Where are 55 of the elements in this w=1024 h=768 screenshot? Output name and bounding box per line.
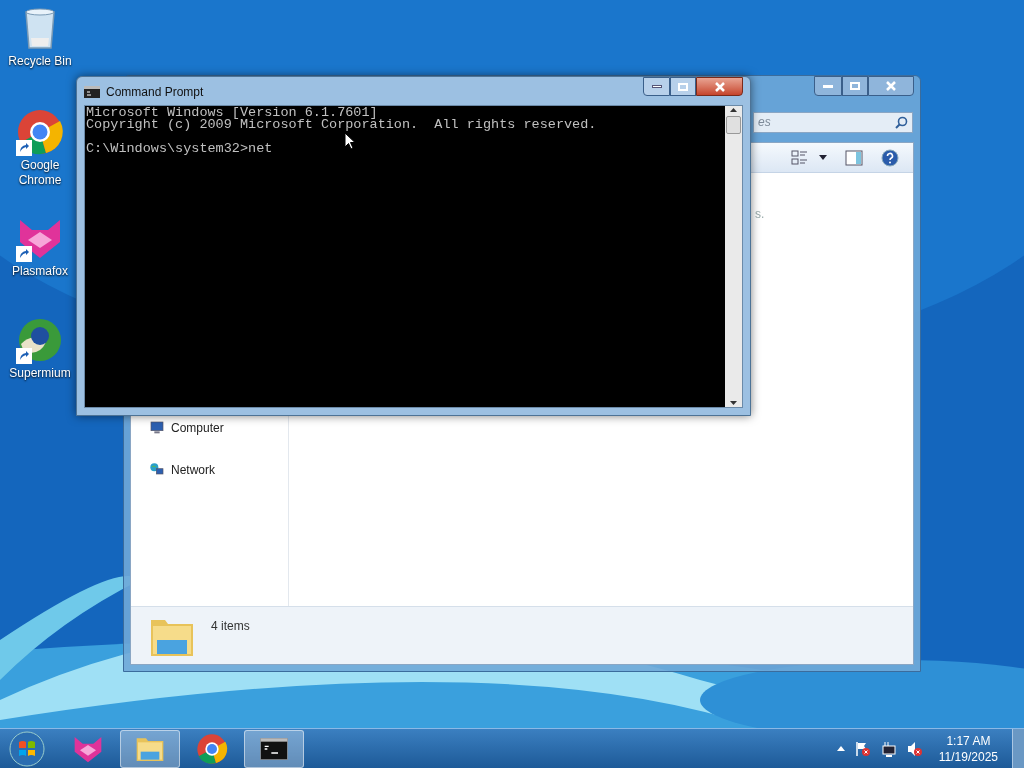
close-button[interactable]	[868, 76, 914, 96]
console-line: Copyright (c) 2009 Microsoft Corporation. All rights reserved.	[86, 119, 598, 131]
minimize-button[interactable]	[814, 76, 842, 96]
desktop-icon[interactable]: Recycle Bin	[2, 4, 78, 69]
help-icon	[881, 148, 899, 167]
network-icon[interactable]	[880, 740, 897, 757]
minimize-icon	[823, 84, 833, 88]
app-icon	[196, 732, 228, 765]
nav-item[interactable]: Network	[149, 461, 215, 479]
clock-date: 11/19/2025	[938, 748, 998, 765]
preview-pane-button[interactable]	[845, 149, 863, 166]
desktop-icon[interactable]: Plasmafox	[2, 214, 78, 279]
show-hidden-icons-icon[interactable]	[836, 746, 845, 751]
search-placeholder: es	[758, 114, 771, 131]
caret-icon	[819, 155, 827, 160]
close-icon	[886, 81, 896, 91]
desktop-icon-label: Plasmafox	[12, 264, 68, 279]
minimize-icon	[651, 85, 662, 88]
desktop-icon[interactable]: Supermium	[2, 316, 78, 381]
start-orb-icon	[9, 730, 45, 767]
view-button[interactable]	[791, 148, 827, 167]
scroll-up-icon	[730, 108, 737, 112]
maximize-button[interactable]	[670, 77, 696, 96]
scroll-down-icon	[730, 401, 737, 405]
network-icon	[149, 462, 165, 478]
close-button[interactable]	[696, 77, 743, 96]
close-icon	[714, 81, 725, 92]
speaker-muted-icon[interactable]	[906, 740, 923, 757]
status-text: 4 items	[211, 617, 250, 635]
window-title: Command Prompt	[106, 84, 204, 101]
maximize-icon	[678, 82, 688, 91]
maximize-icon	[850, 82, 860, 90]
desktop-icon[interactable]: Google Chrome	[2, 108, 78, 188]
desktop-icon-label: Supermium	[9, 366, 71, 381]
taskbar-button[interactable]	[244, 729, 304, 768]
console-line: Microsoft Windows [Version 6.1.7601]	[86, 107, 378, 119]
maximize-button[interactable]	[842, 76, 868, 96]
action-center-flag-icon[interactable]	[854, 740, 871, 757]
search-field[interactable]: es	[753, 111, 913, 133]
nav-item[interactable]: Computer	[149, 419, 224, 437]
content-text: s.	[755, 207, 765, 221]
clock[interactable]: 1:17 AM 11/19/2025	[932, 732, 1004, 765]
mouse-pointer-icon	[344, 132, 356, 150]
search-icon	[895, 115, 908, 129]
computer-icon	[149, 420, 165, 436]
console-icon	[84, 86, 100, 98]
preview-pane-icon	[845, 149, 863, 166]
minimize-button[interactable]	[643, 77, 670, 96]
desktop-icon-label: Recycle Bin	[8, 54, 72, 69]
view-icon	[791, 148, 809, 167]
scrollbar-thumb[interactable]	[726, 116, 741, 134]
help-button[interactable]	[881, 148, 899, 167]
clock-time: 1:17 AM	[946, 732, 991, 749]
console-line: C:\Windows\system32>net	[86, 143, 274, 155]
desktop-icon-label: Google Chrome	[17, 158, 63, 188]
